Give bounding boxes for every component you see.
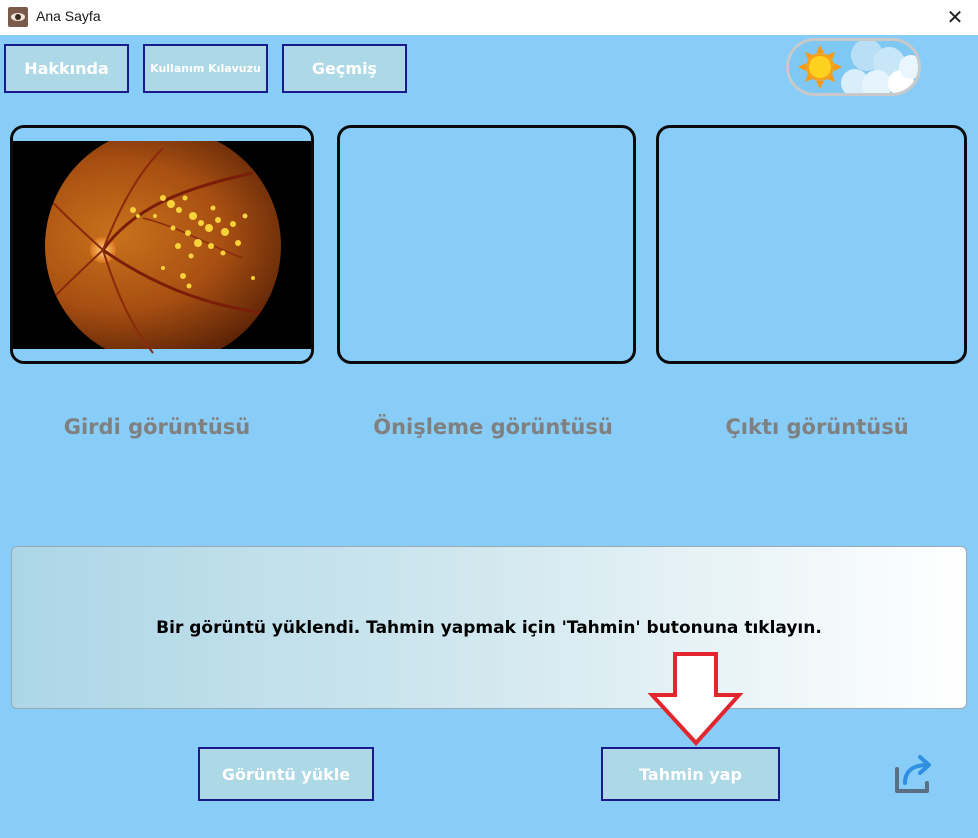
output-image-panel xyxy=(656,125,967,364)
preprocess-image-panel xyxy=(337,125,636,364)
status-message: Bir görüntü yüklendi. Tahmin yapmak için… xyxy=(156,617,822,638)
about-button[interactable]: Hakkında xyxy=(4,44,129,93)
predict-button[interactable]: Tahmin yap xyxy=(601,747,780,801)
output-image-label: Çıktı görüntüsü xyxy=(725,415,909,439)
history-button[interactable]: Geçmiş xyxy=(282,44,407,93)
status-message-box: Bir görüntü yüklendi. Tahmin yapmak için… xyxy=(11,546,967,709)
close-button[interactable]: ✕ xyxy=(938,2,972,32)
window-title: Ana Sayfa xyxy=(36,8,101,24)
upload-image-button[interactable]: Görüntü yükle xyxy=(198,747,374,801)
main-window: Hakkında Kullanım Kılavuzu Geçmiş Girdi … xyxy=(0,35,978,838)
retina-fundus-image xyxy=(13,128,311,361)
input-image-label: Girdi görüntüsü xyxy=(63,415,251,439)
eye-icon xyxy=(8,7,28,27)
theme-toggle[interactable] xyxy=(786,38,921,96)
preprocess-image-label: Önişleme görüntüsü xyxy=(373,415,613,439)
input-image-panel xyxy=(10,125,314,364)
down-arrow-icon xyxy=(648,652,744,746)
sun-cloud-icon xyxy=(789,41,918,93)
share-arrow-icon[interactable] xyxy=(893,753,935,795)
user-guide-button[interactable]: Kullanım Kılavuzu xyxy=(143,44,268,93)
title-bar: Ana Sayfa ✕ xyxy=(0,0,978,35)
